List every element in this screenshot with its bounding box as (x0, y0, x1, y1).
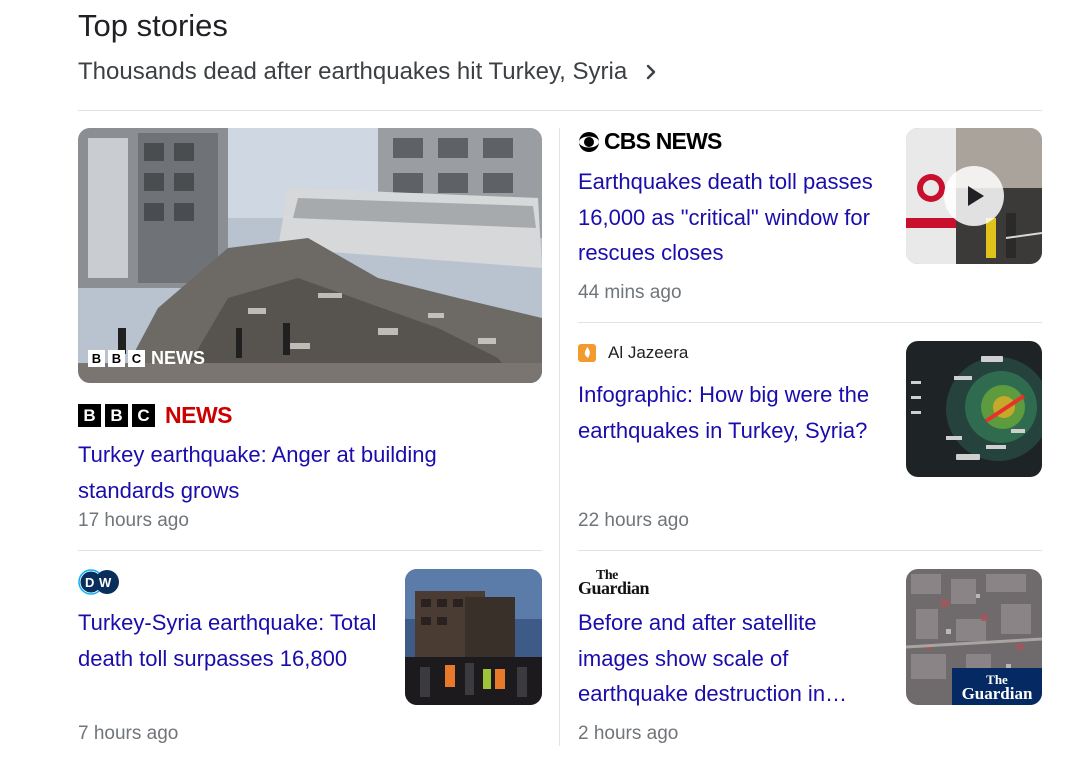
story-headline[interactable]: Before and after satellite images show s… (578, 605, 878, 712)
story-timestamp: 44 mins ago (578, 282, 682, 303)
bbc-watermark: B B C NEWS (88, 348, 205, 369)
infographic-map-image (906, 341, 1042, 477)
story-divider (578, 550, 1042, 551)
story-headline[interactable]: Turkey-Syria earthquake: Total death tol… (78, 605, 378, 676)
source-name: Al Jazeera (608, 343, 689, 362)
play-icon (968, 186, 984, 206)
story-divider (78, 550, 542, 551)
story-timestamp: 22 hours ago (578, 510, 689, 531)
svg-text:D: D (85, 575, 94, 590)
chevron-right-icon (647, 64, 656, 80)
story-thumbnail[interactable] (405, 569, 542, 705)
story-card-cbs[interactable]: CBS NEWS Earthquakes death toll passes 1… (578, 128, 1042, 308)
story-cluster-title: Thousands dead after earthquakes hit Tur… (78, 58, 628, 85)
guardian-logo: The Guardian (578, 568, 650, 598)
story-thumbnail[interactable]: The Guardian (906, 569, 1042, 705)
guardian-watermark: The Guardian (952, 668, 1042, 705)
story-thumbnail[interactable] (906, 128, 1042, 264)
header-divider (78, 110, 1042, 111)
svg-text:W: W (99, 575, 112, 590)
cbs-news-logo: CBS NEWS (578, 128, 722, 155)
story-thumbnail[interactable]: B B C NEWS (78, 128, 542, 383)
aljazeera-source: Al Jazeera (578, 343, 688, 363)
story-timestamp: 7 hours ago (78, 723, 179, 744)
play-video-button[interactable] (944, 166, 1004, 226)
story-card-bbc[interactable]: B B C NEWS B B C NEWS Turkey earthquake:… (78, 128, 542, 538)
cbs-eye-icon (579, 131, 599, 152)
story-card-aljazeera[interactable]: Al Jazeera Infographic: How big were the… (578, 341, 1042, 536)
story-cluster-link[interactable]: Thousands dead after earthquakes hit Tur… (78, 54, 661, 90)
aljazeera-icon (578, 344, 596, 362)
story-card-guardian[interactable]: The Guardian Before and after satellite … (578, 569, 1042, 749)
night-rescue-image (405, 569, 542, 705)
section-title: Top stories (78, 8, 228, 43)
story-headline[interactable]: Earthquakes death toll passes 16,000 as … (578, 164, 878, 271)
story-headline[interactable]: Turkey earthquake: Anger at building sta… (78, 437, 498, 508)
story-timestamp: 17 hours ago (78, 510, 189, 531)
bbc-news-logo: B B C NEWS (78, 402, 233, 429)
collapsed-building-image (78, 128, 542, 383)
story-divider (578, 322, 1042, 323)
column-divider (559, 128, 560, 746)
story-headline[interactable]: Infographic: How big were the earthquake… (578, 377, 878, 448)
story-card-dw[interactable]: D W Turkey-Syria earthquake: Total death… (78, 569, 542, 749)
story-timestamp: 2 hours ago (578, 723, 679, 744)
story-thumbnail[interactable] (906, 341, 1042, 477)
dw-logo: D W (78, 569, 119, 595)
